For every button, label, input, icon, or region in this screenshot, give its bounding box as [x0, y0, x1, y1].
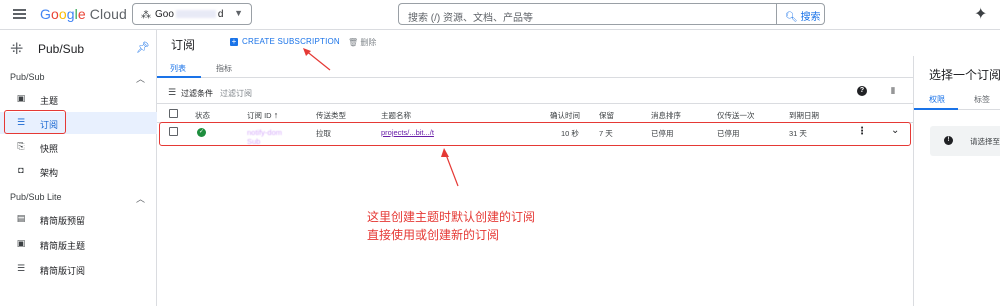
table-header: 状态 订阅 ID ↑ 传送类型 主题名称 确认时间 保留 消息排序 仅传送一次 …: [157, 105, 913, 123]
sidebar-item-label: 快照: [40, 144, 59, 154]
tab-underline: [914, 108, 958, 110]
column-header-retention: 保留: [599, 111, 614, 120]
project-name-redacted: [175, 10, 216, 19]
column-header-ordering: 消息排序: [651, 111, 681, 120]
filter-label: 过滤条件: [181, 89, 213, 98]
column-header-status: 状态: [195, 111, 210, 120]
delete-button[interactable]: 🗑︎ 删除: [348, 37, 376, 48]
column-header-topic: 主题名称: [381, 111, 411, 120]
annotation-note: 这里创建主题时默认创建的订阅 直接使用或创建新的订阅: [367, 208, 535, 244]
sidebar-header: ⁜ Pub/Sub 📌︎: [10, 36, 150, 64]
filter-bar[interactable]: ☰ 过滤条件 过滤订阅 ? ⦀: [157, 82, 913, 104]
delete-label: 删除: [360, 38, 377, 47]
tab-list[interactable]: 列表: [170, 63, 186, 74]
schema-icon: ◘: [18, 165, 24, 175]
column-header-ack: 确认时间: [550, 111, 580, 120]
sidebar-item-snapshots[interactable]: ⎘ 快照: [0, 136, 157, 158]
trash-icon: 🗑︎: [348, 38, 359, 47]
info-icon: !: [944, 136, 953, 145]
search-button[interactable]: 🔍︎ 搜索: [776, 3, 825, 25]
tab-permissions[interactable]: 权限: [929, 94, 945, 105]
sidebar-item-topics[interactable]: ▣ 主题: [0, 88, 157, 110]
pin-icon[interactable]: 📌︎: [136, 41, 150, 54]
column-header-expiry: 到期日期: [789, 111, 819, 120]
search-input[interactable]: 搜索 (/) 资源、文档、产品等: [398, 3, 776, 25]
highlight-box-row: [159, 122, 911, 146]
annotation-line-2: 直接使用或创建新的订阅: [367, 228, 500, 242]
section-pubsub[interactable]: Pub/Sub ︿: [10, 72, 145, 84]
info-panel-title: 选择一个订阅: [929, 68, 1000, 82]
project-selector[interactable]: ⁂ Goo d ▼: [132, 3, 252, 25]
sort-ascending-icon: ↑: [273, 110, 279, 120]
tab-metrics[interactable]: 指标: [216, 63, 232, 74]
arrowhead-create: [303, 48, 311, 56]
snapshot-icon: ⎘: [17, 141, 25, 151]
add-icon: +: [230, 37, 238, 46]
annotation-line-1: 这里创建主题时默认创建的订阅: [367, 210, 536, 224]
highlight-box-sidebar: [4, 110, 66, 134]
sidebar-item-label: 主题: [40, 96, 59, 106]
column-header-exactly-once: 仅传送一次: [717, 111, 755, 120]
chevron-up-icon: ︿: [135, 194, 145, 204]
chevron-up-icon: ︿: [135, 74, 145, 84]
sidebar-item-label: 精简版订阅: [40, 266, 86, 276]
info-text: 请选择至: [970, 137, 1000, 146]
page-title: 订阅: [171, 38, 196, 52]
info-panel: 选择一个订阅 权限 标签 ! 请选择至: [913, 56, 1000, 306]
column-header-id[interactable]: 订阅 ID ↑: [247, 110, 278, 121]
sidebar-item-lite-topics[interactable]: ▣ 精简版主题: [0, 233, 157, 255]
filter-icon: ☰: [168, 87, 177, 97]
section-label: Pub/Sub: [10, 72, 45, 82]
column-header-delivery: 传送类型: [316, 111, 346, 120]
top-bar: Google Cloud ⁂ Goo d ▼ 搜索 (/) 资源、文档、产品等 🔍…: [0, 0, 1000, 30]
filter-input[interactable]: 过滤订阅: [220, 88, 252, 99]
search-icon: 🔍︎: [785, 12, 798, 23]
info-panel-tabs: 权限 标签: [914, 88, 1000, 110]
topic-icon: ▣: [16, 93, 26, 103]
sidebar-title: Pub/Sub: [38, 42, 85, 56]
search-button-label: 搜索: [800, 12, 821, 23]
tab-labels[interactable]: 标签: [974, 94, 990, 105]
reservation-icon: ▤: [16, 213, 26, 223]
tab-bar: 列表 指标: [157, 56, 913, 78]
list-icon: ☰: [16, 263, 26, 273]
section-pubsub-lite[interactable]: Pub/Sub Lite ︿: [10, 192, 145, 204]
google-cloud-logo[interactable]: Google Cloud: [40, 6, 127, 22]
chevron-down-icon: ▼: [234, 8, 243, 18]
menu-icon[interactable]: [13, 9, 26, 19]
sidebar-item-lite-reservations[interactable]: ▤ 精简版预留: [0, 208, 157, 230]
sidebar-item-schemas[interactable]: ◘ 架构: [0, 160, 157, 182]
select-all-checkbox[interactable]: [169, 109, 178, 118]
pubsub-icon: ⁜: [10, 41, 24, 58]
arrow-to-row: [444, 151, 459, 187]
project-icon: ⁂: [141, 10, 151, 21]
sidebar-item-label: 架构: [40, 168, 59, 178]
column-display-icon[interactable]: ⦀: [891, 86, 895, 97]
sidebar-item-label: 精简版主题: [40, 241, 86, 251]
help-icon[interactable]: ?: [857, 86, 867, 96]
project-name-suffix: d: [217, 9, 224, 20]
section-label: Pub/Sub Lite: [10, 192, 62, 202]
project-name-prefix: Goo: [155, 9, 174, 20]
topic-icon: ▣: [16, 238, 26, 248]
tab-underline: [157, 76, 201, 78]
sidebar-item-label: 精简版预留: [40, 216, 86, 226]
gemini-icon[interactable]: ✦: [974, 4, 987, 24]
sidebar-item-lite-subscriptions[interactable]: ☰ 精简版订阅: [0, 258, 157, 280]
info-message: ! 请选择至: [930, 126, 1000, 156]
create-subscription-label: CREATE SUBSCRIPTION: [242, 37, 340, 46]
sidebar: ⁜ Pub/Sub 📌︎ Pub/Sub ︿ ▣ 主题 ☰ 订阅 ⎘ 快照 ◘ …: [0, 30, 157, 306]
create-subscription-button[interactable]: + CREATE SUBSCRIPTION: [230, 37, 340, 46]
